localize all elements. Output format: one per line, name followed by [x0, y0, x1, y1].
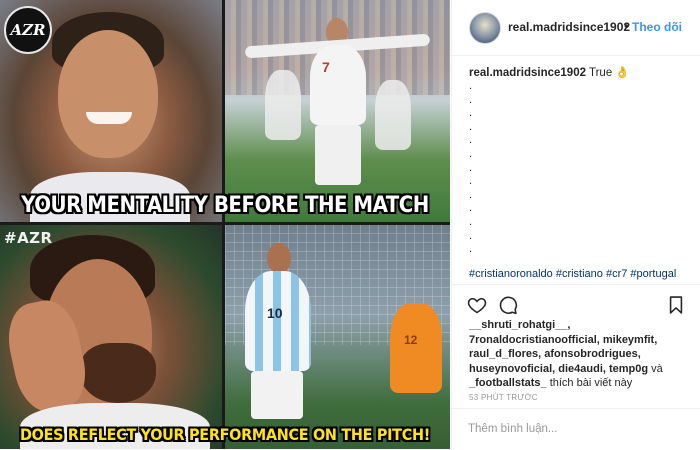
caption-dot-line: . — [469, 229, 473, 242]
bookmark-icon[interactable] — [666, 295, 686, 315]
caption-username[interactable]: real.madridsince1902 — [469, 67, 586, 79]
add-comment-section — [452, 408, 700, 450]
caption-dot-line: . — [469, 188, 473, 201]
hashtags-link[interactable]: #cristianoronaldo #cristiano #cr7 #portu… — [469, 268, 699, 280]
header-username[interactable]: real.madridsince1902 — [508, 20, 630, 34]
caption-dot-line: . — [469, 243, 473, 256]
post-sidebar: real.madridsince1902 • Theo dõi real.mad… — [451, 0, 700, 449]
separator-dot: • — [624, 19, 629, 33]
post-caption: real.madridsince1902 True 👌 — [469, 66, 694, 81]
caption-dot-line: . — [469, 202, 473, 215]
jersey-shape: 10 — [245, 271, 311, 371]
goalkeeper-shape: 12 — [390, 303, 442, 393]
panel-ronaldo-celebrating: 7 — [225, 0, 450, 222]
caption-dot-line: . — [469, 175, 473, 188]
caption-dot-line: . — [469, 134, 473, 147]
keeper-number: 12 — [404, 333, 418, 347]
teammate-shape — [265, 70, 301, 140]
caption-dots: . . . . . . . . . . . . . — [469, 80, 472, 257]
avatar[interactable] — [469, 12, 501, 44]
caption-dot-line: . — [469, 147, 473, 160]
shorts-shape — [251, 371, 303, 419]
caption-dot-line: . — [469, 120, 473, 133]
post-image[interactable]: 7 10 12 AZR #AZR YOUR MENTALITY BEFORE T… — [0, 0, 450, 449]
meme-caption-top: YOUR MENTALITY BEFORE THE MATCH — [21, 193, 429, 218]
caption-dot-line: . — [469, 161, 473, 174]
azr-logo: AZR — [4, 6, 52, 54]
liked-by-last-user[interactable]: _footballstats_ — [469, 377, 547, 389]
liked-by-users[interactable]: __shruti_rohatgi__, 7ronaldocristianooff… — [469, 319, 657, 375]
caption-dot-line: . — [469, 215, 473, 228]
logo-text: AZR — [10, 21, 46, 39]
post-header: real.madridsince1902 • Theo dõi — [452, 0, 700, 56]
comment-input[interactable] — [468, 420, 683, 438]
jersey-number: 10 — [267, 305, 283, 321]
teammate-shape — [375, 80, 411, 150]
post-timestamp[interactable]: 53 PHÚT TRƯỚC — [469, 393, 538, 402]
face-shape — [58, 30, 158, 158]
comment-icon[interactable] — [498, 295, 518, 315]
follow-button[interactable]: Theo dõi — [632, 20, 682, 34]
caption-dot-line: . — [469, 80, 473, 92]
watermark: #AZR — [4, 229, 53, 247]
likes-summary: __shruti_rohatgi__, 7ronaldocristianooff… — [469, 318, 695, 391]
beard-shape — [80, 343, 156, 403]
meme-caption-bottom: DOES REFLECT YOUR PERFORMANCE ON THE PIT… — [20, 425, 430, 444]
caption-text: True 👌 — [589, 67, 630, 79]
jersey-shape: 7 — [310, 45, 366, 125]
smile-shape — [86, 112, 132, 124]
jersey-number: 7 — [322, 59, 330, 75]
caption-dot-line: . — [469, 107, 473, 120]
instagram-post: 7 10 12 AZR #AZR YOUR MENTALITY BEFORE T… — [0, 0, 700, 449]
caption-dot-line: . — [469, 93, 473, 106]
shorts-shape — [315, 125, 361, 185]
panel-messi-facepalm — [0, 225, 222, 449]
heart-icon[interactable] — [467, 295, 487, 315]
likes-suffix: thích bài viết này — [549, 377, 633, 389]
player-head — [267, 243, 291, 273]
likes-connector: và — [651, 362, 663, 375]
panel-messi-walking: 10 12 — [225, 225, 450, 449]
